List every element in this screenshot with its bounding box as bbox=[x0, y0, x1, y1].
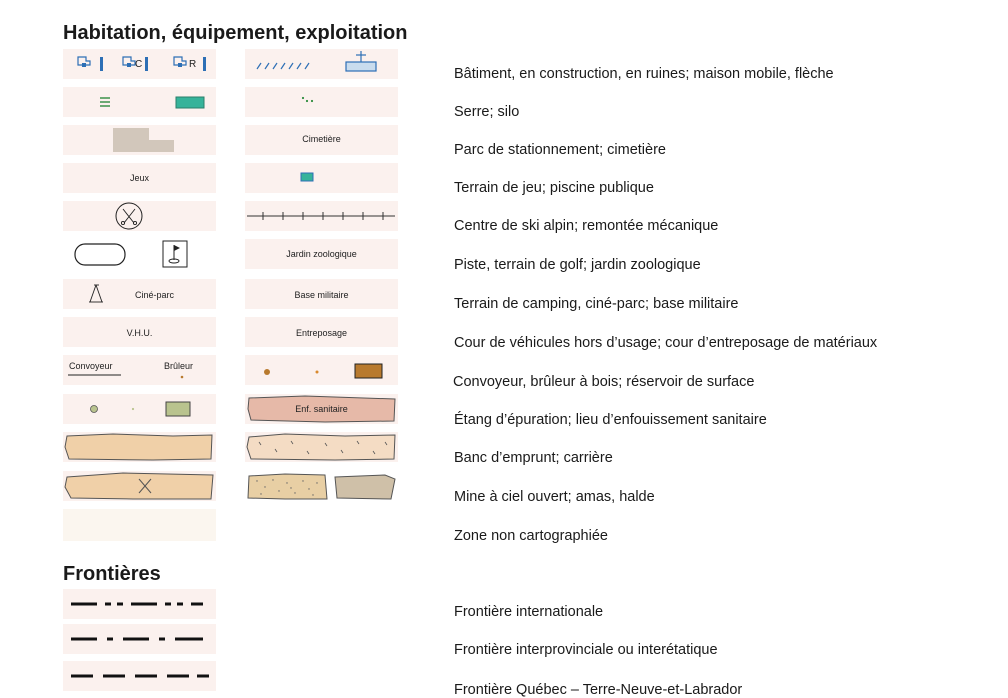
legend-description: Convoyeur, brûleur à bois; réservoir de … bbox=[453, 374, 755, 390]
legend-description: Cour de véhicules hors d’usage; cour d’e… bbox=[454, 335, 878, 351]
swatch-vhu: V.H.U. bbox=[63, 317, 216, 347]
silo-dots-icon bbox=[301, 96, 314, 103]
swatch-borrow-pit bbox=[63, 432, 216, 462]
swatch-reservoir bbox=[245, 355, 398, 385]
swatch-building-types: C R bbox=[63, 49, 216, 79]
legend-description: Piste, terrain de golf; jardin zoologiqu… bbox=[454, 257, 701, 273]
swatch-camping-drive-in: Ciné-parc bbox=[63, 279, 216, 309]
drive-in-label: Ciné-parc bbox=[135, 290, 175, 300]
swatch-landfill: Enf. sanitaire bbox=[245, 394, 398, 424]
open-pit-mine-icon bbox=[64, 472, 214, 500]
legend-description: Mine à ciel ouvert; amas, halde bbox=[454, 489, 655, 505]
quarry-icon bbox=[246, 433, 396, 461]
building-c-label: C bbox=[135, 59, 143, 70]
building-r-label: R bbox=[189, 59, 197, 70]
legend-description: Centre de ski alpin; remontée mécanique bbox=[454, 218, 719, 234]
parking-area-icon bbox=[113, 128, 174, 152]
military-base-label: Base militaire bbox=[294, 290, 349, 300]
frontier-description: Frontière Québec – Terre-Neuve-et-Labrad… bbox=[454, 682, 743, 698]
swatch-silo-dots bbox=[245, 87, 398, 117]
greenhouse-silo-icon bbox=[100, 96, 205, 109]
swatch-playground: Jeux bbox=[63, 163, 216, 193]
swatch-public-pool bbox=[245, 163, 398, 193]
swatch-open-pit-mine bbox=[63, 471, 216, 501]
conveyor-line-icon bbox=[68, 374, 184, 379]
heap-icon bbox=[247, 473, 396, 500]
track-golf-icon bbox=[74, 240, 188, 268]
swatch-ski-centre bbox=[63, 201, 216, 231]
swatch-cemetery: Cimetière bbox=[245, 125, 398, 155]
playground-label: Jeux bbox=[129, 173, 149, 183]
legend-description: Zone non cartographiée bbox=[454, 528, 608, 544]
reservoir-icon bbox=[264, 363, 383, 379]
interprovincial-border-line-icon bbox=[71, 637, 203, 641]
legend-description: Banc d’emprunt; carrière bbox=[454, 450, 613, 466]
swatch-quarry bbox=[245, 432, 398, 462]
swatch-mobile-home-spire bbox=[245, 49, 398, 79]
legend-description: Bâtiment, en construction, en ruines; ma… bbox=[454, 66, 834, 82]
legend-description: Serre; silo bbox=[454, 104, 520, 120]
frontier-description: Frontière interprovinciale ou interétati… bbox=[454, 642, 718, 658]
swatch-conveyor-burner: Convoyeur Brûleur bbox=[63, 355, 216, 385]
international-border-line-icon bbox=[71, 602, 203, 606]
pool-icon bbox=[300, 172, 314, 182]
frontier-description: Frontière internationale bbox=[454, 604, 604, 620]
legend-description: Terrain de jeu; piscine publique bbox=[454, 180, 654, 196]
mobile-home-spire-icon bbox=[256, 51, 377, 72]
sewage-pond-icon bbox=[90, 401, 191, 417]
borrow-pit-icon bbox=[64, 433, 213, 461]
quebec-labrador-border-line-icon bbox=[71, 674, 209, 678]
burner-label: Brûleur bbox=[164, 361, 194, 371]
ski-lift-line-icon bbox=[247, 212, 395, 220]
swatch-sewage-pond bbox=[63, 394, 216, 424]
swatch-unmapped-zone bbox=[63, 509, 216, 541]
section-heading-frontieres: Frontières bbox=[63, 563, 161, 585]
swatch-heap bbox=[245, 471, 398, 501]
swatch-track-golf bbox=[63, 239, 216, 269]
swatch-ski-lift bbox=[245, 201, 398, 231]
swatch-military-base: Base militaire bbox=[245, 279, 398, 309]
swatch-greenhouse-silo bbox=[63, 87, 216, 117]
swatch-international-border bbox=[63, 589, 216, 619]
legend-description: Étang d’épuration; lieu d’enfouissement … bbox=[454, 412, 767, 428]
zoo-label: Jardin zoologique bbox=[286, 249, 357, 259]
ski-centre-icon bbox=[115, 202, 143, 230]
swatch-storage: Entreposage bbox=[245, 317, 398, 347]
legend-description: Parc de stationnement; cimetière bbox=[454, 142, 666, 158]
legend-description: Terrain de camping, ciné-parc; base mili… bbox=[454, 296, 739, 312]
storage-label: Entreposage bbox=[295, 328, 348, 338]
landfill-label: Enf. sanitaire bbox=[295, 404, 348, 414]
swatch-interprovincial-border bbox=[63, 624, 216, 654]
vhu-label: V.H.U. bbox=[126, 328, 153, 338]
swatch-zoo: Jardin zoologique bbox=[245, 239, 398, 269]
cemetery-label: Cimetière bbox=[302, 134, 341, 144]
section-heading-habitation: Habitation, équipement, exploitation bbox=[63, 22, 408, 44]
swatch-parking bbox=[63, 125, 216, 155]
swatch-quebec-labrador-border bbox=[63, 661, 216, 691]
